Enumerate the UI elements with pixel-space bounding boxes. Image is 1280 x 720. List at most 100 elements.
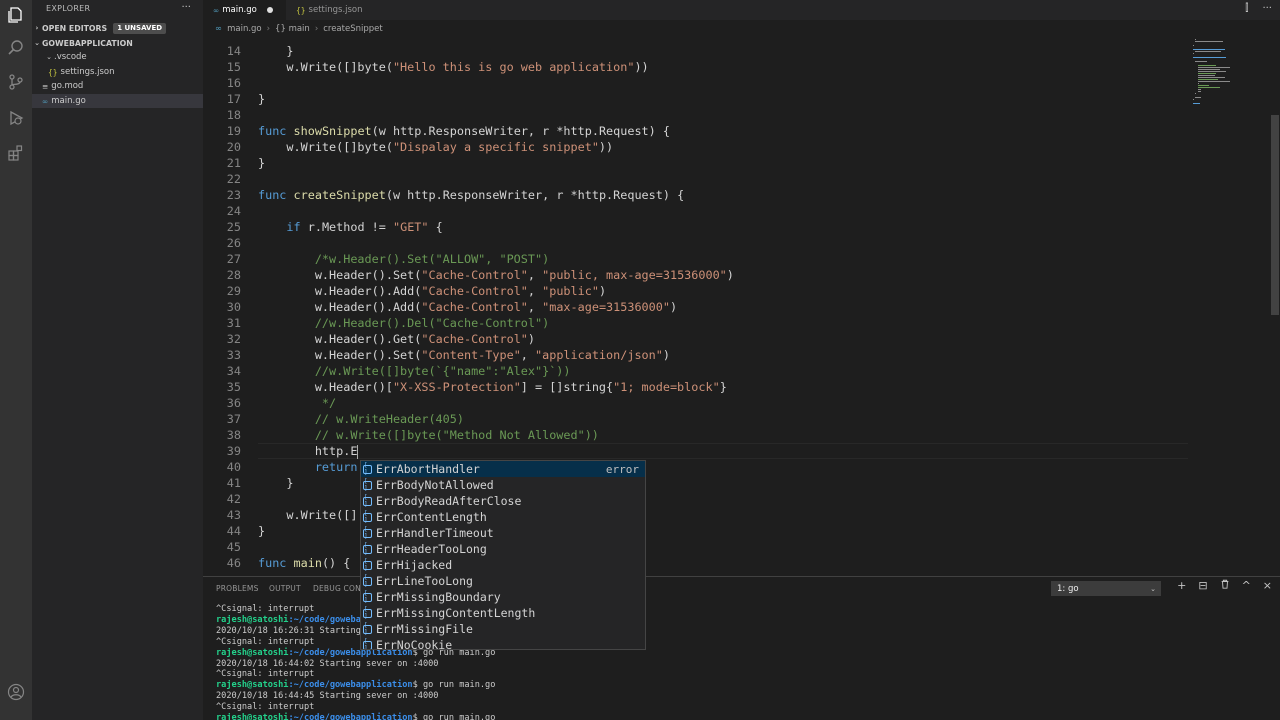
code-line[interactable]: 33 w.Header().Set("Content-Type", "appli… [203,347,1193,363]
code-line[interactable]: 35 w.Header()["X-XSS-Protection"] = []st… [203,379,1193,395]
code-text[interactable]: func main() { [258,555,350,571]
tab-output[interactable]: OUTPUT [269,584,301,593]
close-panel-icon[interactable]: × [1263,579,1272,592]
code-line[interactable]: 40 return [203,459,1193,475]
tree-item-main-go[interactable]: ∞ main.go [32,94,203,108]
breadcrumb-item[interactable]: createSnippet [323,24,382,34]
code-text[interactable]: http.E [258,443,359,459]
code-line[interactable]: 17} [203,91,1193,107]
code-line[interactable]: 26 [203,235,1193,251]
code-line[interactable]: 31 //w.Header().Del("Cache-Control") [203,315,1193,331]
code-text[interactable]: func showSnippet(w http.ResponseWriter, … [258,123,670,139]
suggestion-item[interactable]: [ ] ErrHijacked [361,557,645,573]
code-text[interactable]: w.Write([]byte("Hello this is go web app… [258,59,648,75]
unsaved-dot-icon[interactable] [266,7,273,13]
suggestion-item[interactable]: [ ] ErrBodyNotAllowed [361,477,645,493]
code-line[interactable]: 46 func main() { [203,555,1193,571]
code-text[interactable]: } [258,155,265,171]
more-actions-icon[interactable]: ··· [181,2,191,13]
suggestion-item[interactable]: [ ] ErrAbortHandler error [361,461,645,477]
suggestion-item[interactable]: [ ] ErrMissingContentLength [361,605,645,621]
code-line[interactable]: 43 w.Write([] [203,507,1193,523]
files-icon[interactable] [6,5,26,25]
autocomplete-popup[interactable]: [ ] ErrAbortHandler error [ ] ErrBodyNotAllo… [360,460,646,650]
tab-debug-console[interactable]: DEBUG CONSOLE [313,584,361,593]
code-line[interactable]: 20 w.Write([]byte("Dispalay a specific s… [203,139,1193,155]
scrollbar-thumb[interactable] [1271,115,1279,315]
code-line[interactable]: 36 */ [203,395,1193,411]
split-terminal-icon[interactable]: ⊟ [1198,579,1207,592]
code-text[interactable]: //w.Write([]byte(`{"name":"Alex"}`)) [258,363,571,379]
code-text[interactable]: w.Header().Set("Cache-Control", "public,… [258,267,734,283]
code-line[interactable]: 42 [203,491,1193,507]
suggestion-item[interactable]: [ ] ErrContentLength [361,509,645,525]
code-text[interactable]: w.Header().Set("Content-Type", "applicat… [258,347,670,363]
suggestion-item[interactable]: [ ] ErrLineTooLong [361,573,645,589]
code-text[interactable]: w.Header().Add("Cache-Control", "public"… [258,283,606,299]
code-text[interactable]: /*w.Header().Set("ALLOW", "POST") [258,251,549,267]
tree-item-settings-json[interactable]: {} settings.json [32,65,203,79]
code-text[interactable]: if r.Method != "GET" { [258,219,442,235]
suggestion-item[interactable]: [ ] ErrHeaderTooLong [361,541,645,557]
code-line[interactable]: 39 http.E [203,443,1193,459]
suggestion-item[interactable]: [ ] ErrMissingBoundary [361,589,645,605]
code-line[interactable]: 27 /*w.Header().Set("ALLOW", "POST") [203,251,1193,267]
code-line[interactable]: 23 func createSnippet(w http.ResponseWrit… [203,187,1193,203]
terminal-select[interactable]: 1: go ⌄ [1051,581,1161,596]
code-text[interactable]: return [258,459,358,475]
extensions-icon[interactable] [6,143,26,163]
tab-problems[interactable]: PROBLEMS [216,584,259,593]
code-text[interactable]: w.Header()["X-XSS-Protection"] = []strin… [258,379,727,395]
tab-settings-json[interactable]: {} settings.json [286,0,378,20]
code-text[interactable]: } [258,475,293,491]
account-icon[interactable] [6,682,26,702]
breadcrumb-item[interactable]: {} main [275,24,310,34]
code-line[interactable]: 30 w.Header().Add("Cache-Control", "max-… [203,299,1193,315]
code-line[interactable]: 21} [203,155,1193,171]
code-line[interactable]: 24 [203,203,1193,219]
debug-icon[interactable] [6,108,26,128]
code-text[interactable]: w.Write([] [258,507,357,523]
code-line[interactable]: 14 } [203,43,1193,59]
code-text[interactable]: w.Header().Add("Cache-Control", "max-age… [258,299,677,315]
trash-icon[interactable] [1220,579,1230,592]
code-text[interactable]: w.Write([]byte("Dispalay a specific snip… [258,139,613,155]
code-line[interactable]: 32 w.Header().Get("Cache-Control") [203,331,1193,347]
minimap[interactable] [1193,37,1263,574]
code-line[interactable]: 37 // w.WriteHeader(405) [203,411,1193,427]
code-line[interactable]: 16 [203,75,1193,91]
open-editors-section[interactable]: › OPEN EDITORS 1 UNSAVED [32,21,203,35]
code-text[interactable]: // w.WriteHeader(405) [258,411,464,427]
suggestion-item[interactable]: [ ] ErrBodyReadAfterClose [361,493,645,509]
suggestion-item[interactable]: [ ] ErrHandlerTimeout [361,525,645,541]
code-line[interactable]: 41 } [203,475,1193,491]
code-line[interactable]: 44} [203,523,1193,539]
code-text[interactable]: func createSnippet(w http.ResponseWriter… [258,187,684,203]
tree-item-go-mod[interactable]: ≡ go.mod [32,79,203,93]
code-text[interactable]: } [258,91,265,107]
code-line[interactable]: 25 if r.Method != "GET" { [203,219,1193,235]
split-editor-icon[interactable]: ⫿ [1245,3,1248,14]
code-line[interactable]: 29 w.Header().Add("Cache-Control", "publ… [203,283,1193,299]
source-control-icon[interactable] [6,72,26,92]
suggestion-item[interactable]: [ ] ErrMissingFile [361,621,645,637]
new-terminal-icon[interactable]: + [1177,579,1186,592]
more-actions-icon[interactable]: ··· [1262,3,1272,14]
code-line[interactable]: 22 [203,171,1193,187]
tab-main-go[interactable]: ∞ main.go [203,0,286,20]
code-line[interactable]: 19 func showSnippet(w http.ResponseWriter… [203,123,1193,139]
code-text[interactable]: //w.Header().Del("Cache-Control") [258,315,549,331]
maximize-panel-icon[interactable]: ^ [1242,579,1251,592]
breadcrumb-item[interactable]: main.go [227,24,262,34]
search-icon[interactable] [6,38,26,58]
code-line[interactable]: 38 // w.Write([]byte("Method Not Allowed… [203,427,1193,443]
code-text[interactable]: } [258,43,293,59]
code-text[interactable]: // w.Write([]byte("Method Not Allowed")) [258,427,599,443]
code-line[interactable]: 34 //w.Write([]byte(`{"name":"Alex"}`)) [203,363,1193,379]
code-text[interactable]: */ [258,395,336,411]
code-line[interactable]: 45 [203,539,1193,555]
code-line[interactable]: 18 [203,107,1193,123]
project-section[interactable]: ⌄ GOWEBAPPLICATION [32,36,203,50]
code-line[interactable]: 15 w.Write([]byte("Hello this is go web … [203,59,1193,75]
code-line[interactable]: 28 w.Header().Set("Cache-Control", "publ… [203,267,1193,283]
